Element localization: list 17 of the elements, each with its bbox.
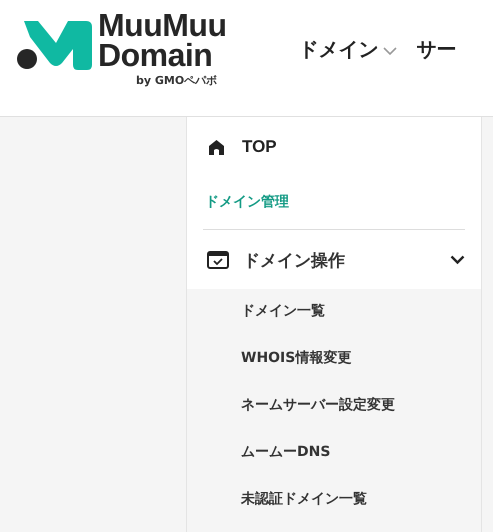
logo-byline: by GMOペパボ <box>136 74 218 88</box>
section-heading: ドメイン管理 <box>204 193 290 211</box>
chevron-icon <box>450 255 465 265</box>
submenu-link[interactable]: 未認証ドメイン一覧 <box>241 489 367 509</box>
submenu-link[interactable]: ドメイン一覧 <box>241 301 325 321</box>
logo-wordmark: Domain <box>98 40 212 70</box>
submenu-link[interactable]: ムームーDNS <box>241 442 330 462</box>
submenu-link[interactable]: ネームサーバー設定変更 <box>241 395 395 415</box>
sidebar-link[interactable]: TOP <box>242 137 277 157</box>
chevron-down-icon <box>382 47 396 56</box>
submenu-link[interactable]: WHOIS情報変更 <box>241 348 352 368</box>
menu-group-toggle[interactable]: ドメイン操作 <box>187 230 481 273</box>
nav-link[interactable]: サー <box>416 30 456 69</box>
calendar-check-icon <box>207 251 229 269</box>
home-icon <box>208 138 225 156</box>
logo-wordmark: MuuMuu <box>98 10 226 40</box>
nav-link[interactable]: ドメイン <box>298 30 396 69</box>
